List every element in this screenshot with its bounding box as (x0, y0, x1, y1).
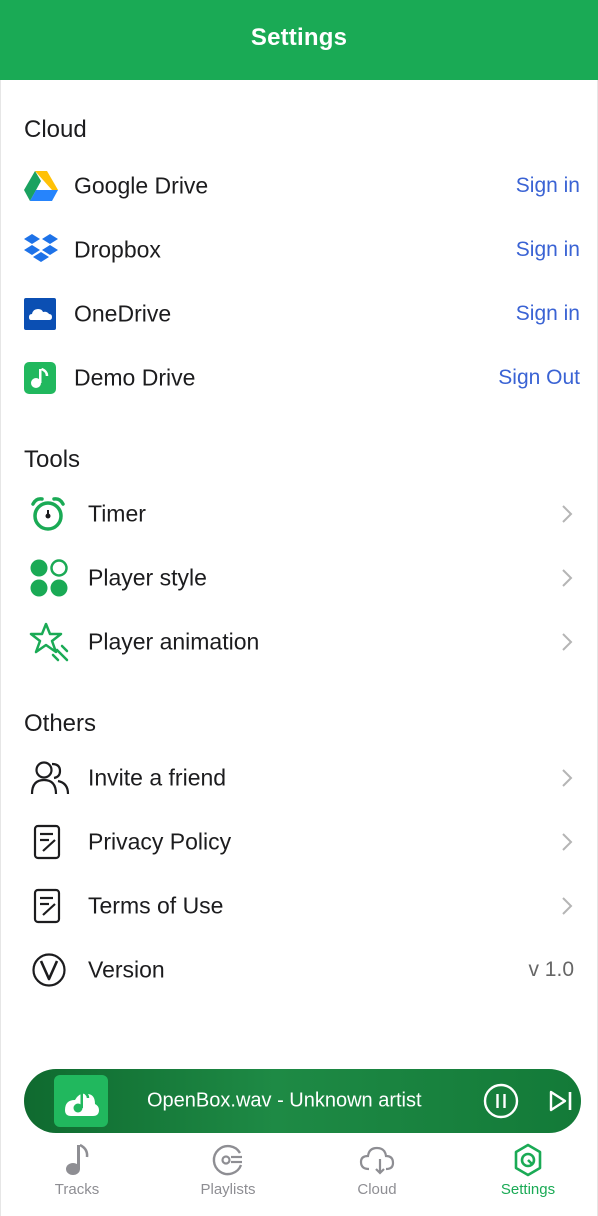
onedrive-sign-in-link[interactable]: Sign in (516, 302, 580, 326)
chevron-right-icon (562, 833, 573, 851)
others-label-version: Version (88, 956, 165, 983)
version-value: v 1.0 (528, 958, 574, 981)
others-row-terms-of-use[interactable]: Terms of Use (0, 878, 598, 934)
others-label-invite-friend: Invite a friend (88, 764, 227, 791)
document-edit-icon (33, 888, 63, 924)
tab-label-settings: Settings (500, 1181, 556, 1198)
tab-cloud[interactable]: Cloud (327, 1133, 427, 1216)
cloud-label-google-drive: Google Drive (74, 172, 209, 199)
tools-label-player-style: Player style (88, 564, 207, 591)
tools-row-timer[interactable]: Timer (0, 486, 598, 542)
cloud-row-dropbox[interactable]: Dropbox Sign in (0, 222, 598, 278)
cloud-row-demo-drive[interactable]: Demo Drive Sign Out (0, 350, 598, 406)
onedrive-icon (24, 298, 56, 330)
cloud-row-onedrive[interactable]: OneDrive Sign in (0, 286, 598, 342)
player-track-title: OpenBox.wav - Unknown artist (147, 1089, 422, 1112)
alarm-clock-icon (29, 495, 67, 533)
pause-icon[interactable] (483, 1083, 519, 1119)
cloud-row-google-drive[interactable]: Google Drive Sign in (0, 158, 598, 214)
document-edit-icon (33, 824, 63, 860)
tools-label-timer: Timer (88, 500, 146, 527)
clover-icon (29, 558, 69, 598)
version-v-icon (31, 952, 67, 988)
settings-gear-icon (514, 1143, 542, 1177)
others-label-terms-of-use: Terms of Use (88, 892, 224, 919)
player-artwork (54, 1075, 108, 1127)
tools-row-player-style[interactable]: Player style (0, 550, 598, 606)
tab-label-tracks: Tracks (54, 1181, 100, 1198)
playlist-disc-icon (212, 1144, 243, 1176)
page-title: Settings (250, 24, 348, 51)
tab-playlists[interactable]: Playlists (178, 1133, 278, 1216)
cloud-label-onedrive: OneDrive (74, 300, 172, 327)
tab-label-cloud: Cloud (357, 1181, 397, 1198)
demo-drive-sign-out-link[interactable]: Sign Out (498, 366, 580, 390)
dropbox-sign-in-link[interactable]: Sign in (516, 238, 580, 262)
tools-row-player-animation[interactable]: Player animation (0, 614, 598, 670)
google-drive-icon (23, 170, 59, 202)
dropbox-icon (23, 233, 59, 267)
chevron-right-icon (562, 769, 573, 787)
tab-settings[interactable]: Settings (478, 1133, 578, 1216)
others-row-invite-friend[interactable]: Invite a friend (0, 750, 598, 806)
sparkle-star-icon (29, 622, 71, 662)
cloud-download-icon (359, 1146, 395, 1175)
cloud-label-demo-drive: Demo Drive (74, 364, 196, 391)
cloud-label-dropbox: Dropbox (74, 236, 161, 263)
tab-bar: Tracks Playlists Cloud Settings (0, 1133, 598, 1216)
demo-drive-icon (24, 362, 56, 394)
tab-tracks[interactable]: Tracks (27, 1133, 127, 1216)
tab-label-playlists: Playlists (200, 1181, 256, 1198)
header-bar: Settings (0, 0, 598, 80)
section-title-others: Others (24, 710, 97, 737)
tools-label-player-animation: Player animation (88, 628, 260, 655)
chevron-right-icon (562, 633, 573, 651)
chevron-right-icon (562, 897, 573, 915)
chevron-right-icon (562, 569, 573, 587)
others-label-privacy-policy: Privacy Policy (88, 828, 232, 855)
section-title-cloud: Cloud (24, 116, 87, 143)
others-row-version: Version v 1.0 (0, 942, 598, 998)
chevron-right-icon (562, 505, 573, 523)
others-row-privacy-policy[interactable]: Privacy Policy (0, 814, 598, 870)
people-icon (30, 760, 70, 796)
music-note-icon (65, 1090, 99, 1116)
skip-next-icon[interactable] (548, 1089, 574, 1113)
mini-player[interactable]: OpenBox.wav - Unknown artist (24, 1069, 581, 1133)
google-drive-sign-in-link[interactable]: Sign in (516, 174, 580, 198)
music-note-icon (66, 1143, 89, 1175)
section-title-tools: Tools (24, 446, 81, 473)
